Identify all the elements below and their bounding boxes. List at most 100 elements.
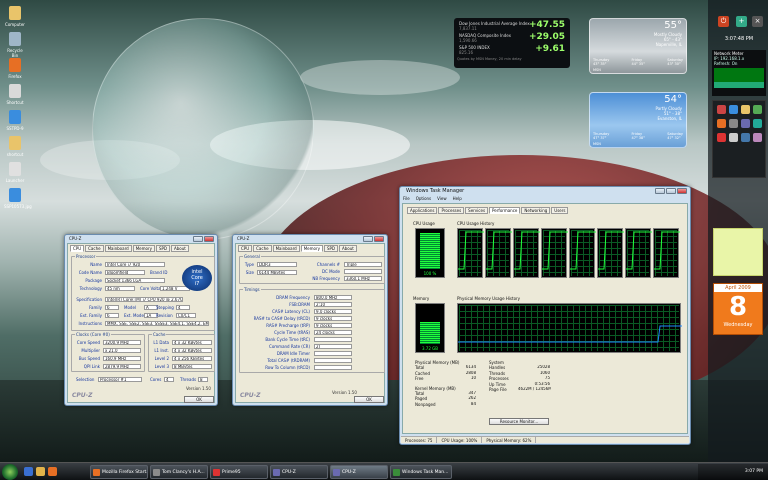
minimize-button[interactable] — [363, 236, 373, 242]
taskbar-button[interactable]: Prime95 — [210, 465, 268, 479]
taskbar-button[interactable]: Windows Task Man... — [390, 465, 452, 479]
tab[interactable]: Networking — [521, 207, 551, 214]
maximize-button[interactable] — [666, 188, 676, 194]
desktop-icon[interactable]: Shortcut — [4, 84, 26, 105]
tab[interactable]: Cache — [253, 245, 272, 252]
sidebar-add-icon[interactable]: + — [736, 16, 747, 27]
field-row: DRAM Idle Timer — [240, 351, 384, 356]
field-value: 75 — [544, 376, 550, 381]
tab[interactable]: Processes — [438, 207, 465, 214]
tab[interactable]: Users — [551, 207, 569, 214]
timings-label: Timings — [243, 287, 261, 292]
field-row: Revision C0/C1 — [156, 313, 196, 318]
launcher-app-icon[interactable] — [729, 133, 738, 142]
tab[interactable]: Performance — [489, 207, 521, 214]
start-button[interactable] — [2, 464, 18, 480]
calendar-gadget[interactable]: April 2009 8 Wednesday — [713, 283, 763, 335]
network-meter-gadget[interactable]: Network Meter IP: 192.168.1.x Refresh: O… — [712, 50, 766, 96]
field-row: DC Mode — [240, 269, 384, 274]
menu-item[interactable]: File — [403, 196, 410, 201]
tray-clock[interactable]: 3:07 PM — [745, 469, 763, 474]
tab[interactable]: Cache — [85, 245, 104, 252]
launcher-app-icon[interactable] — [741, 133, 750, 142]
sidebar-power-icon[interactable]: ⏻ — [718, 16, 729, 27]
launcher-app-icon[interactable] — [717, 119, 726, 128]
cpuz-memory-window[interactable]: CPU-Z CPU Cache Mainboard Memory SPD About Ge… — [232, 234, 388, 406]
cpuz-tabs: CPU Cache Mainboard Memory SPD About — [238, 245, 357, 252]
tab[interactable]: CPU — [238, 245, 253, 252]
cpu-usage-label: CPU Usage — [413, 221, 435, 226]
launcher-app-icon[interactable] — [741, 105, 750, 114]
version-label: Version 1.50 — [332, 390, 357, 395]
minimize-button[interactable] — [193, 236, 203, 242]
selection-key: Selection — [76, 377, 95, 382]
desktop-icon[interactable]: Recycle Bin — [4, 32, 26, 58]
tab[interactable]: About — [171, 245, 189, 252]
menu-item[interactable]: Options — [416, 196, 431, 201]
tab[interactable]: Memory — [132, 245, 155, 252]
task-manager-window[interactable]: Windows Task Manager File Options View Help… — [399, 186, 691, 445]
taskbar-button[interactable]: CPU-Z — [330, 465, 388, 479]
minimize-button[interactable] — [655, 188, 665, 194]
weather-gadget[interactable]: 54° Partly Cloudy 51° - 38° Evanston, IL Thu… — [589, 92, 687, 148]
tab[interactable]: About — [339, 245, 357, 252]
tab[interactable]: Memory — [300, 245, 323, 252]
tab[interactable]: Applications — [407, 207, 438, 214]
resource-monitor-button[interactable]: Resource Monitor... — [489, 418, 549, 425]
sidebar-close-icon[interactable]: × — [752, 16, 763, 27]
field-value — [344, 269, 382, 274]
tab[interactable]: SPD — [155, 245, 171, 252]
tab[interactable]: Mainboard — [272, 245, 300, 252]
firefox-quicklaunch-icon[interactable] — [48, 467, 57, 476]
launcher-app-icon[interactable] — [753, 105, 762, 114]
tab[interactable]: SPD — [323, 245, 339, 252]
desktop-icon[interactable]: SSTPD-9 — [4, 110, 26, 131]
selection-dropdown[interactable]: Processor #1 — [98, 377, 142, 382]
taskbar: Mozilla Firefox Start... Tom Clancy's H.A… — [0, 462, 768, 480]
processor-group: Processor Name Intel Core i7 920 Code Name… — [71, 254, 215, 331]
ok-button[interactable]: OK — [184, 396, 214, 403]
ok-button[interactable]: OK — [354, 396, 384, 403]
sticky-note-gadget[interactable] — [713, 228, 763, 276]
field-value: 4 x 256 KBytes — [172, 356, 212, 361]
show-desktop-icon[interactable] — [24, 467, 33, 476]
launcher-app-icon[interactable] — [753, 119, 762, 128]
tab[interactable]: Services — [465, 207, 489, 214]
taskbar-button[interactable]: Mozilla Firefox Start... — [90, 465, 148, 479]
field-value: 6134 — [465, 365, 476, 370]
tab[interactable]: CPU — [70, 245, 85, 252]
app-launcher-gadget[interactable] — [712, 100, 766, 178]
stocks-gadget[interactable]: Dow Jones Industrial Average Index 7,837.… — [454, 18, 570, 68]
desktop-icon[interactable]: shortcut — [4, 136, 26, 157]
launcher-app-icon[interactable] — [741, 119, 750, 128]
switch-windows-icon[interactable] — [36, 467, 45, 476]
stock-value: 7,837.11 — [459, 26, 477, 31]
close-button[interactable] — [677, 188, 687, 194]
desktop-icon[interactable]: Computer — [4, 6, 26, 27]
desktop-icon[interactable]: SSP10573.jpg — [4, 188, 32, 209]
close-button[interactable] — [204, 236, 214, 242]
field-row: Family 6 — [72, 305, 214, 310]
field-key: Total — [415, 390, 425, 396]
field-key: Page File — [489, 386, 507, 392]
field-value: 1060 — [539, 370, 550, 375]
cpu-core-history-graph — [513, 228, 540, 278]
stock-row: Dow Jones Industrial Average Index 7,837.… — [457, 20, 567, 32]
field-value — [314, 337, 352, 342]
launcher-app-icon[interactable] — [729, 105, 738, 114]
weather-gadget[interactable]: 55° Mostly Cloudy 65° - 43° Naperville, IL T… — [589, 18, 687, 74]
taskbar-button[interactable]: Tom Clancy's H.A... — [150, 465, 208, 479]
close-button[interactable] — [374, 236, 384, 242]
launcher-app-icon[interactable] — [717, 133, 726, 142]
menu-item[interactable]: Help — [453, 196, 462, 201]
launcher-app-icon[interactable] — [729, 119, 738, 128]
taskbar-button[interactable]: CPU-Z — [270, 465, 328, 479]
cpuz-cpu-window[interactable]: CPU-Z CPU Cache Mainboard Memory SPD About Pr… — [64, 234, 218, 406]
menu-item[interactable]: View — [437, 196, 447, 201]
launcher-app-icon[interactable] — [717, 105, 726, 114]
launcher-app-icon[interactable] — [753, 133, 762, 142]
desktop-icon[interactable]: Firefox — [4, 58, 26, 79]
tab[interactable]: Mainboard — [104, 245, 132, 252]
desktop-icon[interactable]: Launcher — [4, 162, 26, 183]
field-key: Core Speed — [76, 340, 100, 345]
